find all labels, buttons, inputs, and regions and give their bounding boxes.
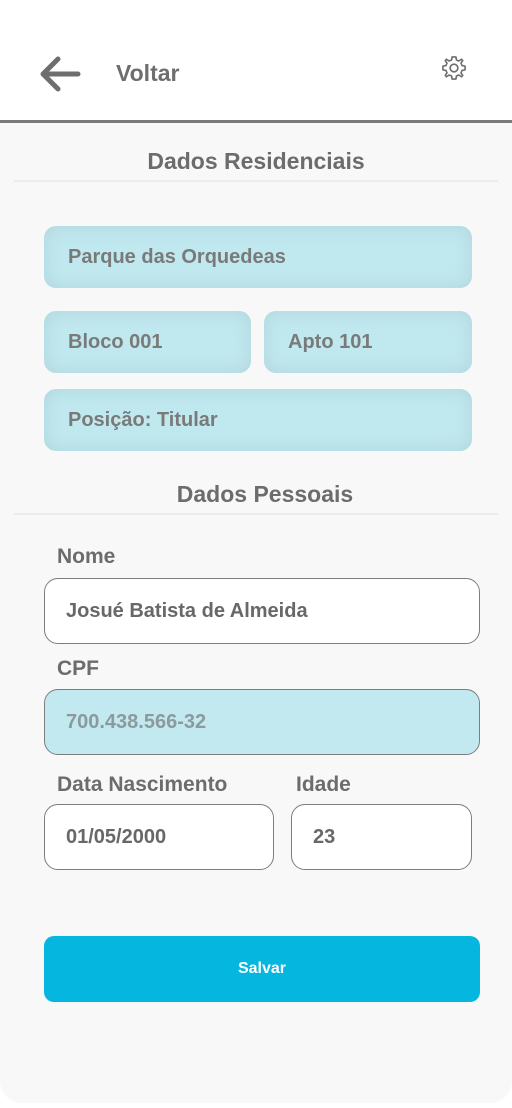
section-title-personal: Dados Pessoais <box>176 481 354 507</box>
block-field: Bloco 001 <box>44 311 251 373</box>
section-divider <box>14 513 498 515</box>
back-button[interactable]: Voltar <box>116 60 179 87</box>
apartment-field: Apto 101 <box>264 311 472 373</box>
position-field: Posição: Titular <box>44 389 472 451</box>
name-label: Nome <box>57 545 116 568</box>
cpf-input: 700.438.566-32 <box>44 689 480 755</box>
name-input[interactable]: Josué Batista de Almeida <box>44 578 480 644</box>
gear-icon[interactable] <box>440 54 468 82</box>
section-divider <box>14 180 498 182</box>
cpf-label: CPF <box>57 657 99 680</box>
birth-date-input[interactable]: 01/05/2000 <box>44 804 274 870</box>
top-bar: Voltar <box>0 0 512 123</box>
arrow-left-icon[interactable] <box>38 54 82 94</box>
condominium-field: Parque das Orquedeas <box>44 226 472 288</box>
section-title-residential: Dados Residenciais <box>147 148 365 174</box>
age-input[interactable]: 23 <box>291 804 472 870</box>
birth-date-label: Data Nascimento <box>57 773 228 796</box>
save-button[interactable]: Salvar <box>44 936 480 1002</box>
age-label: Idade <box>296 773 351 796</box>
